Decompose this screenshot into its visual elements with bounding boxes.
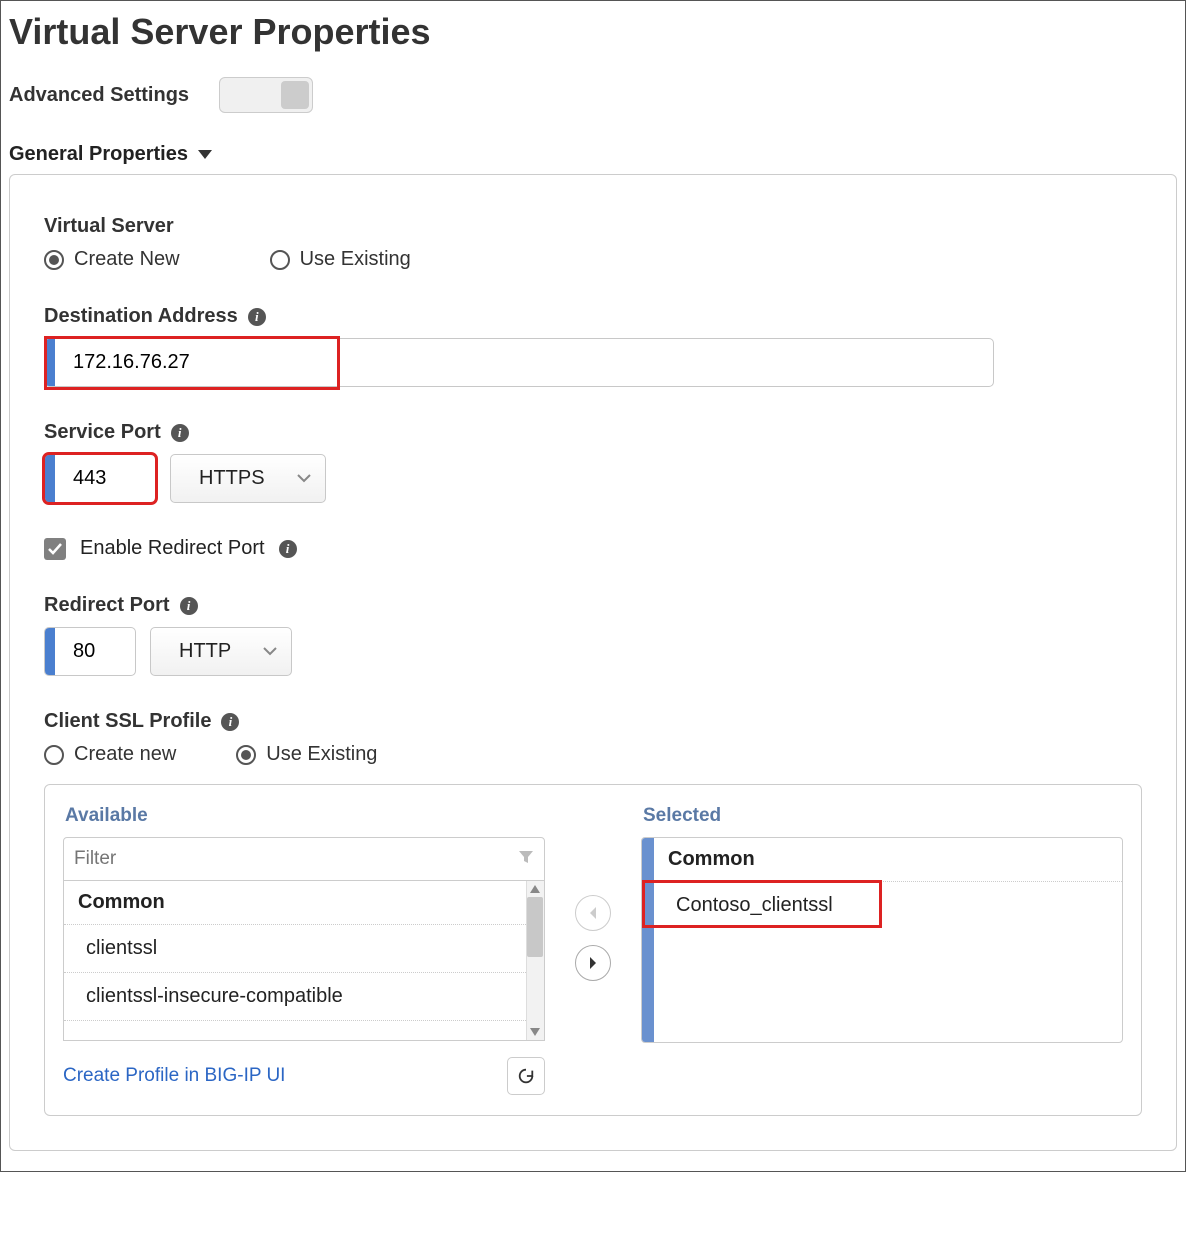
service-port-input[interactable] bbox=[55, 455, 155, 502]
service-port-protocol-select[interactable]: HTTPS bbox=[170, 454, 326, 503]
create-profile-link[interactable]: Create Profile in BIG-IP UI bbox=[63, 1065, 285, 1087]
radio-selected-icon bbox=[236, 745, 256, 765]
redirect-port-input[interactable] bbox=[55, 628, 135, 675]
section-header-text: General Properties bbox=[9, 143, 188, 166]
selected-listbox[interactable]: Common Contoso_clientssl bbox=[641, 837, 1123, 1043]
destination-address-input[interactable] bbox=[55, 339, 356, 386]
ssl-profile-picker: Available Common clientssl clientssl-ins… bbox=[44, 784, 1142, 1116]
vs-create-new-radio[interactable]: Create New bbox=[44, 248, 180, 271]
redirect-port-protocol-select[interactable]: HTTP bbox=[150, 627, 292, 676]
section-header-general[interactable]: General Properties bbox=[9, 143, 1177, 166]
available-column: Available Common clientssl clientssl-ins… bbox=[63, 805, 545, 1095]
available-group: Common bbox=[64, 881, 544, 925]
radio-selected-icon bbox=[44, 250, 64, 270]
advanced-settings-label: Advanced Settings bbox=[9, 84, 189, 107]
enable-redirect-label: Enable Redirect Port bbox=[80, 537, 265, 560]
destination-address-input-wrap bbox=[44, 338, 994, 387]
page-title: Virtual Server Properties bbox=[9, 11, 1177, 53]
vs-use-existing-radio[interactable]: Use Existing bbox=[270, 248, 411, 271]
info-icon[interactable]: i bbox=[180, 597, 198, 615]
redirect-port-label: Redirect Port bbox=[44, 594, 170, 617]
caret-down-icon bbox=[198, 150, 212, 159]
scrollbar[interactable] bbox=[526, 881, 544, 1040]
list-item[interactable]: clientssl bbox=[64, 925, 544, 973]
ribbon bbox=[642, 838, 654, 1042]
ssl-use-existing-radio[interactable]: Use Existing bbox=[236, 743, 377, 766]
transfer-buttons bbox=[575, 805, 611, 981]
available-filter-input[interactable] bbox=[64, 838, 508, 880]
info-icon[interactable]: i bbox=[279, 540, 297, 558]
chevron-down-icon bbox=[249, 643, 291, 661]
ssl-create-new-radio[interactable]: Create new bbox=[44, 743, 176, 766]
chevron-down-icon bbox=[283, 470, 325, 488]
available-heading: Available bbox=[63, 805, 545, 827]
list-item[interactable]: clientssl-insecure-compatible bbox=[64, 973, 544, 1021]
enable-redirect-checkbox[interactable] bbox=[44, 538, 66, 560]
filter-icon[interactable] bbox=[508, 849, 544, 870]
scroll-up-icon[interactable] bbox=[529, 883, 541, 895]
info-icon[interactable]: i bbox=[221, 713, 239, 731]
client-ssl-profile-label: Client SSL Profile bbox=[44, 710, 211, 733]
ribbon bbox=[45, 455, 55, 502]
selected-heading: Selected bbox=[641, 805, 1123, 827]
virtual-server-label: Virtual Server bbox=[44, 215, 1142, 238]
destination-address-label: Destination Address bbox=[44, 305, 238, 328]
advanced-settings-toggle[interactable] bbox=[219, 77, 313, 113]
service-port-label: Service Port bbox=[44, 421, 161, 444]
scroll-thumb[interactable] bbox=[527, 897, 543, 957]
radio-icon bbox=[270, 250, 290, 270]
info-icon[interactable]: i bbox=[248, 308, 266, 326]
available-listbox[interactable]: Common clientssl clientssl-insecure-comp… bbox=[63, 881, 545, 1041]
radio-icon bbox=[44, 745, 64, 765]
move-right-button[interactable] bbox=[575, 945, 611, 981]
ribbon bbox=[45, 339, 55, 386]
service-port-input-wrap bbox=[44, 454, 156, 503]
info-icon[interactable]: i bbox=[171, 424, 189, 442]
ribbon bbox=[45, 628, 55, 675]
scroll-down-icon[interactable] bbox=[529, 1026, 541, 1038]
selected-column: Selected Common Contoso_clientssl bbox=[641, 805, 1123, 1043]
move-left-button[interactable] bbox=[575, 895, 611, 931]
list-item[interactable]: Contoso_clientssl bbox=[654, 882, 1122, 929]
selected-group: Common bbox=[654, 838, 1122, 882]
redirect-port-input-wrap bbox=[44, 627, 136, 676]
refresh-button[interactable] bbox=[507, 1057, 545, 1095]
